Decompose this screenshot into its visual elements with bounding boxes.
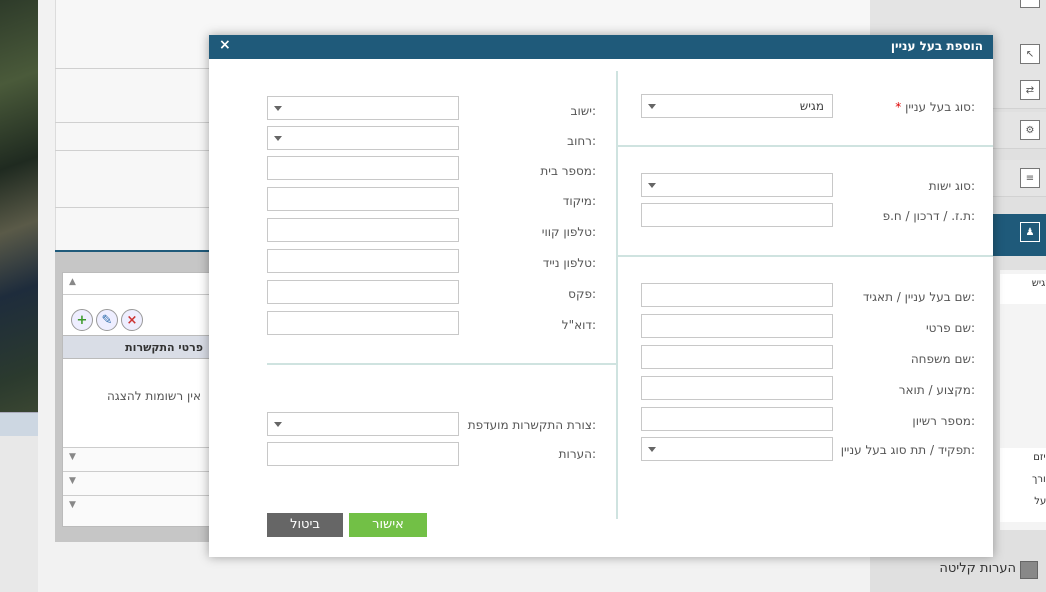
entity-type-select[interactable] [641, 173, 833, 197]
sidebar-item-intake-notes[interactable]: הערות קליטה [870, 553, 1046, 589]
notes-icon [1020, 561, 1038, 579]
settlement-label: ישוב: [570, 104, 596, 118]
close-icon[interactable]: × [219, 37, 231, 53]
chevron-down-icon [648, 447, 656, 452]
first-name-label: שם פרטי: [925, 321, 975, 335]
zip-input[interactable] [267, 187, 459, 211]
table-toolbar: + ✎ × [71, 309, 143, 331]
map-footer-strip [0, 412, 38, 436]
chevron-down-icon [274, 106, 282, 111]
preferred-contact-select[interactable] [267, 412, 459, 436]
dialog-header: הוספת בעל עניין × [209, 35, 993, 59]
collapse-up-icon[interactable]: ▲ [63, 273, 211, 295]
section-divider [618, 145, 993, 147]
profession-label: מקצוע / תואר: [898, 383, 975, 397]
notes-label: הערות: [558, 447, 596, 461]
doc-icon [1020, 0, 1040, 8]
zip-label: מיקוד: [562, 194, 596, 208]
license-number-label: מספר רשיון: [912, 414, 975, 428]
delete-icon[interactable]: × [121, 309, 143, 331]
sidebar-sub-item[interactable]: מגיש [1000, 274, 1046, 304]
list-icon: ≡ [1020, 168, 1040, 188]
expand-down-icon[interactable]: ▼ [63, 495, 223, 526]
id-number-input[interactable] [641, 203, 833, 227]
last-name-input[interactable] [641, 345, 833, 369]
phone-label: טלפון קווי: [541, 225, 596, 239]
contacts-table: ▲ + ✎ × פרטי התקשרות אין רשומות להצגה ▼ … [62, 272, 223, 527]
house-number-label: מספר בית: [540, 164, 596, 178]
add-icon[interactable]: + [71, 309, 93, 331]
map-thumbnail [0, 0, 38, 412]
first-name-input[interactable] [641, 314, 833, 338]
mobile-label: טלפון נייד: [542, 256, 596, 270]
chevron-down-icon [648, 183, 656, 188]
dialog-title: הוספת בעל עניין [890, 39, 983, 53]
settlement-select[interactable] [267, 96, 459, 120]
street-label: רחוב: [567, 134, 596, 148]
phone-input[interactable] [267, 218, 459, 242]
table-header: פרטי התקשרות [63, 335, 211, 359]
sidebar-subpanel: מגיש יזם , עורך בעל [1000, 270, 1046, 530]
route-icon: ⇄ [1020, 80, 1040, 100]
people-icon: ♟ [1020, 222, 1040, 242]
empty-message: אין רשומות להצגה [106, 389, 201, 403]
fax-label: פקס: [568, 287, 596, 301]
cancel-button[interactable]: ביטול [267, 513, 343, 537]
chevron-down-icon [274, 422, 282, 427]
sidebar-sub-item[interactable]: בעל [1000, 492, 1046, 522]
cursor-icon: ↖ [1020, 44, 1040, 64]
confirm-button[interactable]: אישור [349, 513, 427, 537]
chevron-down-icon [274, 136, 282, 141]
entity-type-label: סוג ישות: [928, 179, 975, 193]
column-divider [616, 71, 618, 519]
role-label: תפקיד / תת סוג בעל עניין: [840, 443, 975, 457]
section-divider [618, 255, 993, 257]
id-number-label: ת.ז. / דרכון / ח.פ: [882, 209, 975, 223]
license-number-input[interactable] [641, 407, 833, 431]
stakeholder-type-label: * סוג בעל עניין: [895, 100, 975, 114]
email-input[interactable] [267, 311, 459, 335]
role-select[interactable] [641, 437, 833, 461]
email-label: דוא"ל: [561, 318, 596, 332]
street-select[interactable] [267, 126, 459, 150]
preferred-contact-label: צורת התקשרות מועדפת: [467, 418, 596, 432]
fax-input[interactable] [267, 280, 459, 304]
last-name-label: שם משפחה: [910, 352, 975, 366]
mobile-input[interactable] [267, 249, 459, 273]
stakeholder-name-label: שם בעל עניין / תאגיד: [862, 290, 975, 304]
profession-input[interactable] [641, 376, 833, 400]
add-stakeholder-dialog: הוספת בעל עניין × * סוג בעל עניין: מגיש … [209, 35, 993, 557]
notes-input[interactable] [267, 442, 459, 466]
stakeholder-type-select[interactable]: מגיש [641, 94, 833, 118]
tools-icon: ⚙ [1020, 120, 1040, 140]
house-number-input[interactable] [267, 156, 459, 180]
chevron-down-icon [648, 104, 656, 109]
sidebar-item-label: הערות קליטה [939, 561, 1016, 576]
sidebar-item[interactable] [870, 0, 1046, 37]
section-divider [267, 363, 616, 365]
stakeholder-name-input[interactable] [641, 283, 833, 307]
edit-icon[interactable]: ✎ [96, 309, 118, 331]
